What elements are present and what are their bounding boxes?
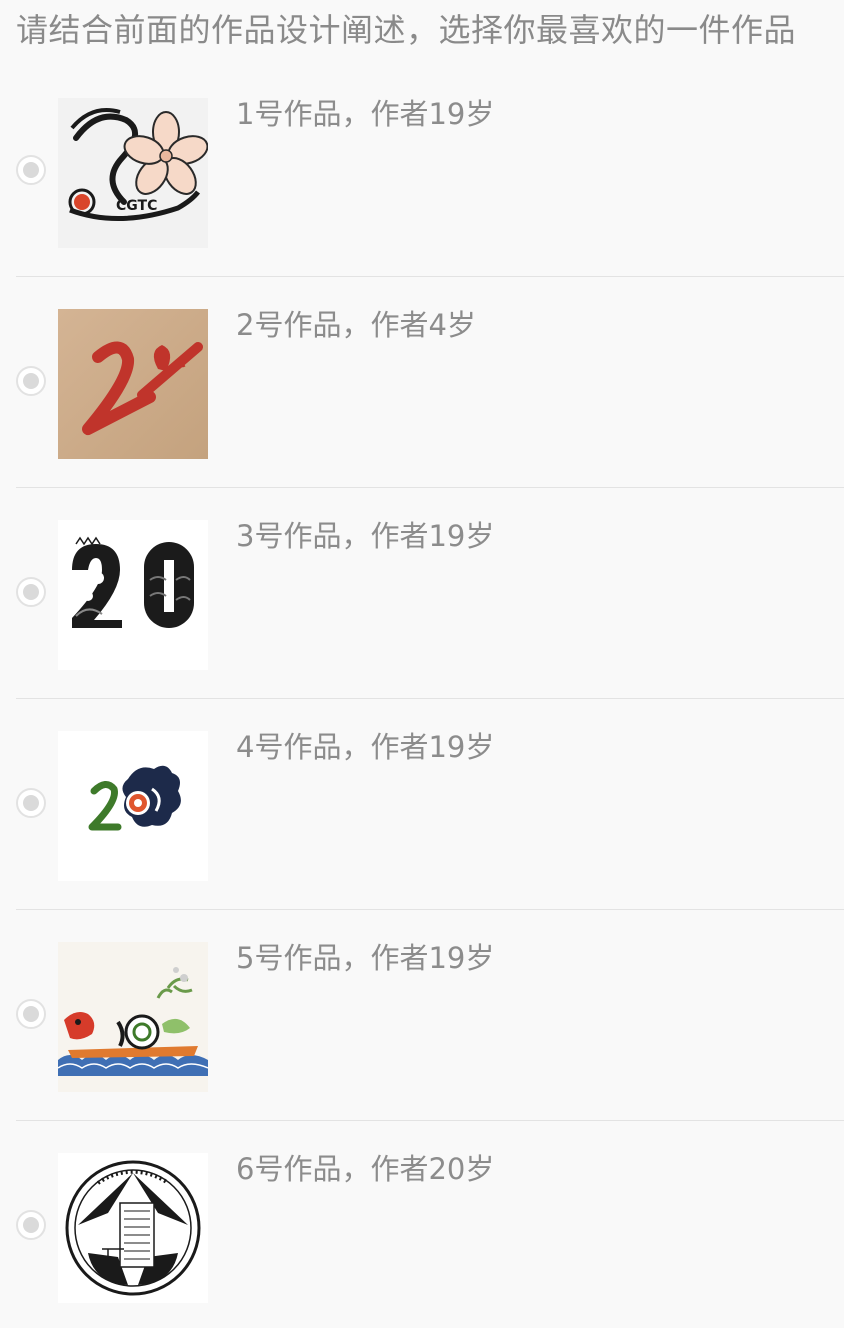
radio-dot <box>23 162 39 178</box>
radio-dot <box>23 584 39 600</box>
option-label: 3号作品，作者19岁 <box>236 519 495 553</box>
artwork-6-image <box>58 1153 208 1303</box>
artwork-thumbnail[interactable]: CGTC <box>58 98 208 248</box>
radio-button[interactable] <box>16 999 46 1029</box>
artwork-thumbnail[interactable] <box>58 520 208 670</box>
option-label: 6号作品，作者20岁 <box>236 1152 495 1186</box>
radio-dot <box>23 1217 39 1233</box>
survey-page: 请结合前面的作品设计阐述，选择你最喜欢的一件作品 CGTC 1号作品，作者19岁… <box>0 0 844 1328</box>
radio-button[interactable] <box>16 577 46 607</box>
radio-dot <box>23 795 39 811</box>
radio-dot <box>23 1006 39 1022</box>
option-row-1[interactable]: CGTC 1号作品，作者19岁 <box>16 66 844 277</box>
radio-button[interactable] <box>16 155 46 185</box>
radio-button[interactable] <box>16 1210 46 1240</box>
option-row-6[interactable]: 6号作品，作者20岁 <box>16 1121 844 1328</box>
artwork-thumbnail[interactable] <box>58 1153 208 1303</box>
artwork-thumbnail[interactable] <box>58 309 208 459</box>
radio-button[interactable] <box>16 366 46 396</box>
option-row-2[interactable]: 2号作品，作者4岁 <box>16 277 844 488</box>
radio-dot <box>23 373 39 389</box>
artwork-4-image <box>58 731 208 881</box>
artwork-thumbnail[interactable] <box>58 731 208 881</box>
artwork-1-image: CGTC <box>58 98 208 248</box>
option-label: 2号作品，作者4岁 <box>236 308 476 342</box>
artwork-2-image <box>58 309 208 459</box>
question-title: 请结合前面的作品设计阐述，选择你最喜欢的一件作品 <box>16 11 797 49</box>
artwork-3-image <box>58 520 208 670</box>
artwork-thumbnail[interactable] <box>58 942 208 1092</box>
artwork-5-image <box>58 942 208 1092</box>
radio-button[interactable] <box>16 788 46 818</box>
option-row-5[interactable]: 5号作品，作者19岁 <box>16 910 844 1121</box>
option-label: 1号作品，作者19岁 <box>236 97 495 131</box>
option-label: 5号作品，作者19岁 <box>236 941 495 975</box>
option-label: 4号作品，作者19岁 <box>236 730 495 764</box>
option-list: CGTC 1号作品，作者19岁 2号作品，作者4岁 3号作品，作者19岁 4号作… <box>0 66 844 1328</box>
option-row-3[interactable]: 3号作品，作者19岁 <box>16 488 844 699</box>
option-row-4[interactable]: 4号作品，作者19岁 <box>16 699 844 910</box>
artwork-1-letters: CGTC <box>116 198 157 214</box>
